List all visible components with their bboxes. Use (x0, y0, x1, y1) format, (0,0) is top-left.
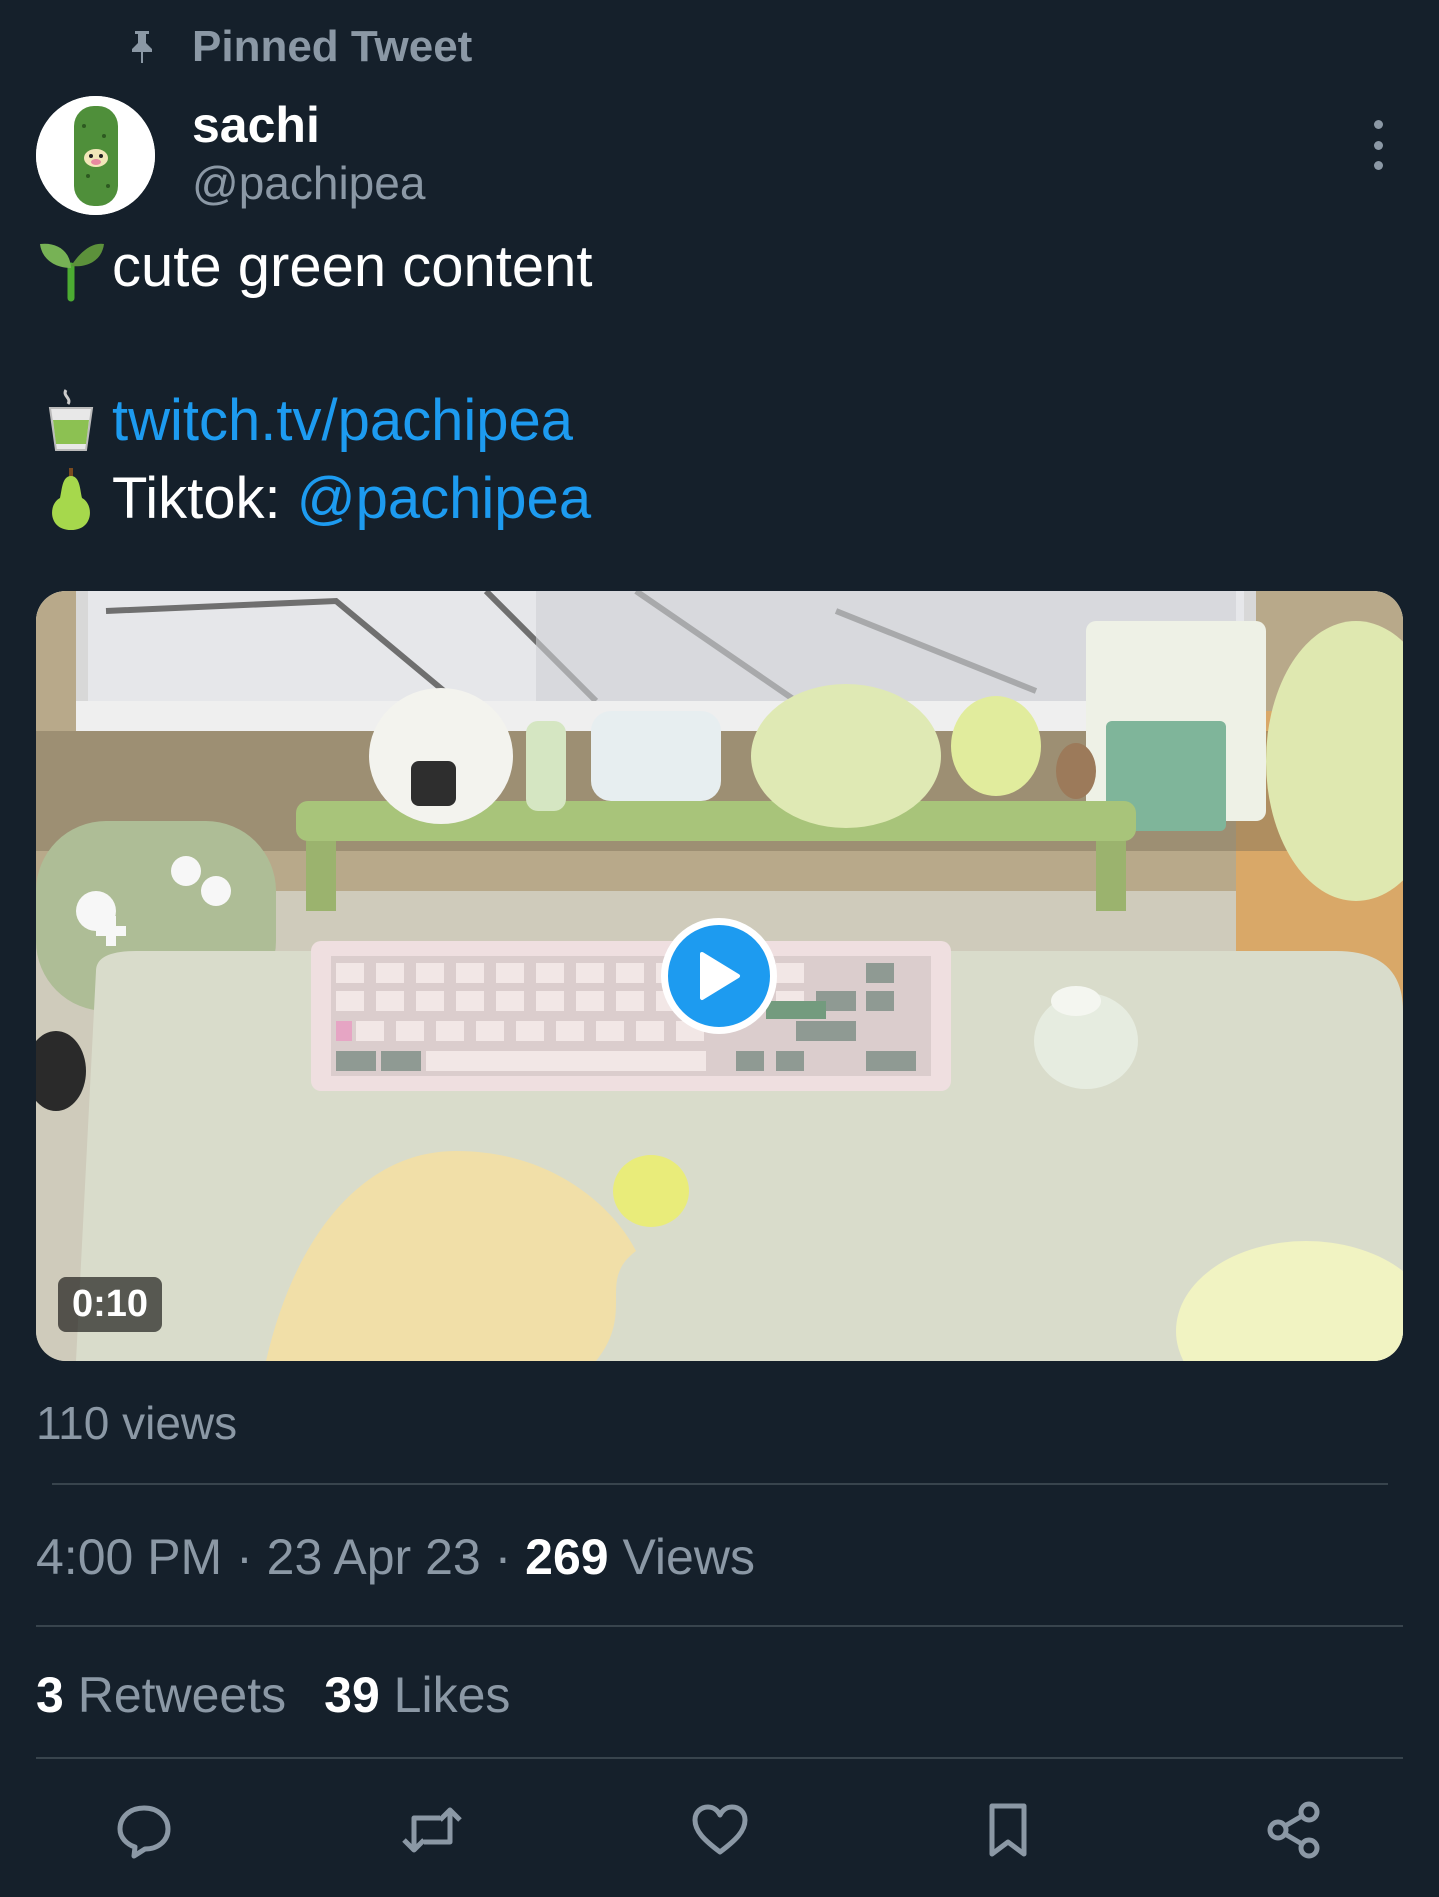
tea-emoji (36, 386, 106, 456)
pin-icon (128, 29, 156, 65)
video-view-count: 110 views (36, 1397, 238, 1449)
meta-separator: · (480, 1529, 526, 1585)
play-button[interactable] (661, 918, 777, 1034)
total-views-label[interactable]: Views (609, 1529, 754, 1585)
tweet-detail: Pinned Tweet sachi @pachipea cute green (0, 0, 1439, 1897)
reply-icon (117, 1805, 171, 1859)
likes-count: 39 (324, 1667, 380, 1723)
retweets-stat[interactable]: 3 Retweets (36, 1666, 286, 1724)
avatar[interactable] (36, 96, 155, 215)
tiktok-handle-link[interactable]: @pachipea (297, 464, 591, 534)
action-bar (0, 1798, 1439, 1862)
share-icon (1267, 1801, 1320, 1859)
display-name[interactable]: sachi (192, 96, 320, 154)
like-button[interactable] (688, 1798, 752, 1862)
bookmark-button[interactable] (976, 1798, 1040, 1862)
play-icon (700, 952, 740, 1000)
total-views-count[interactable]: 269 (525, 1529, 608, 1585)
tiktok-prefix: Tiktok: (112, 466, 297, 531)
video-duration-badge: 0:10 (58, 1277, 163, 1332)
divider (36, 1625, 1403, 1627)
tweet-bio-text: cute green content (112, 234, 593, 299)
seedling-emoji (36, 232, 106, 302)
tweet-line-tiktok: Tiktok: @pachipea (36, 464, 591, 534)
tweet-time: 4:00 PM (36, 1529, 223, 1585)
twitch-link[interactable]: twitch.tv/pachipea (112, 386, 573, 456)
retweet-icon (402, 1807, 462, 1853)
likes-stat[interactable]: 39 Likes (324, 1666, 510, 1724)
tweet-line-bio: cute green content (36, 232, 592, 302)
author-handle[interactable]: @pachipea (192, 156, 425, 210)
engagement-stats: 3 Retweets 39 Likes (36, 1666, 510, 1724)
likes-label: Likes (379, 1667, 511, 1723)
pinned-row: Pinned Tweet (128, 22, 472, 72)
bookmark-icon (989, 1803, 1027, 1857)
share-button[interactable] (1262, 1798, 1326, 1862)
more-options-button[interactable] (1362, 120, 1394, 170)
pinned-label: Pinned Tweet (192, 22, 473, 71)
reply-button[interactable] (112, 1798, 176, 1862)
tweet-date: 23 Apr 23 (266, 1529, 481, 1585)
video-player[interactable]: 0:10 (36, 591, 1403, 1361)
heart-icon (692, 1804, 748, 1855)
pear-emoji (36, 464, 106, 534)
more-vertical-icon (1373, 120, 1383, 129)
meta-separator: · (222, 1529, 267, 1585)
tweet-metadata: 4:00 PM · 23 Apr 23 · 269 Views (36, 1528, 755, 1586)
divider (36, 1757, 1403, 1759)
retweets-label: Retweets (63, 1667, 287, 1723)
retweets-count: 3 (36, 1667, 64, 1723)
divider (52, 1483, 1388, 1485)
retweet-button[interactable] (400, 1798, 464, 1862)
tweet-line-twitch: twitch.tv/pachipea (36, 386, 573, 456)
